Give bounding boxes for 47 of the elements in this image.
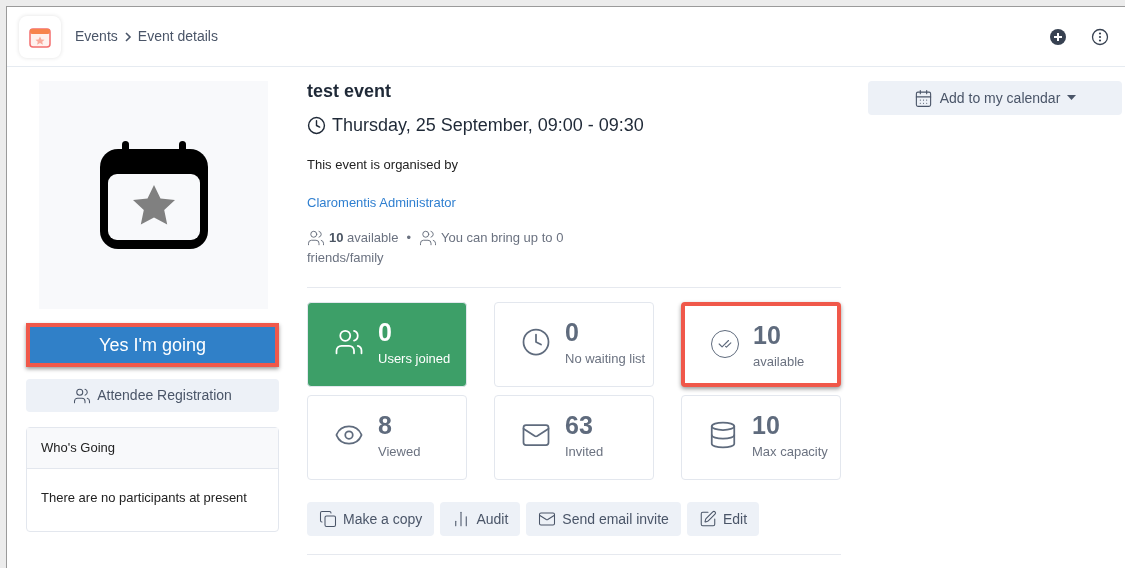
stat-label: Users joined — [378, 350, 451, 368]
stat-value: 10 — [752, 410, 781, 440]
stat-label: Max capacity — [752, 443, 828, 461]
calendar-icon — [913, 88, 933, 108]
caret-down-icon — [1067, 95, 1077, 101]
available-info: 10 available — [329, 229, 399, 247]
breadcrumb-link[interactable]: Events — [75, 26, 118, 47]
event-title: test event — [307, 80, 393, 103]
stat-value: 10 — [753, 320, 782, 350]
stat-label: No waiting list — [565, 350, 646, 368]
more-options-icon[interactable] — [1091, 27, 1109, 46]
action-button[interactable]: Make a copy — [307, 502, 435, 536]
stat-label: Invited — [565, 443, 604, 461]
clock-icon — [521, 327, 551, 357]
chevron-right-icon — [122, 31, 133, 42]
envelope-icon — [538, 510, 557, 528]
users-icon — [419, 229, 437, 247]
organiser-link[interactable]: Claromentis Administrator — [307, 192, 841, 212]
stat-label: Viewed — [378, 443, 421, 461]
action-button[interactable]: Send email invite — [526, 502, 681, 536]
guest-allowance-text: You can bring up to 0 — [441, 229, 564, 247]
action-button[interactable]: Edit — [686, 502, 760, 536]
breadcrumb-current: Event details — [137, 27, 218, 46]
add-icon[interactable] — [1049, 27, 1067, 46]
organiser-label: This event is organised by — [307, 156, 460, 174]
action-button[interactable]: Audit — [440, 502, 521, 536]
stat-value: 0 — [565, 317, 580, 347]
guest-allowance-text: friends/family — [307, 249, 384, 267]
event-datetime: Thursday, 25 September, 09:00 - 09:30 — [332, 114, 644, 137]
yes-im-going-button[interactable]: Yes I'm going — [26, 323, 279, 367]
database-icon — [708, 420, 738, 450]
separator-dot: • — [406, 229, 411, 247]
stat-label: available — [753, 353, 805, 371]
users-icon — [334, 327, 364, 357]
stat-value: 8 — [378, 410, 393, 440]
stat-value: 0 — [378, 317, 393, 347]
clock-icon — [307, 116, 326, 135]
users-icon — [307, 229, 325, 247]
empty-message: There are no participants at present — [41, 490, 247, 505]
attendee-registration-button[interactable]: Attendee Registration — [26, 379, 279, 412]
stat-value: 63 — [565, 410, 594, 440]
add-to-calendar-button[interactable]: Add to my calendar — [868, 81, 1122, 115]
calendar-star-icon — [99, 141, 208, 249]
users-icon — [73, 386, 92, 405]
copy-icon — [319, 510, 337, 528]
panel-title: Who's Going — [41, 439, 115, 458]
edit-icon — [698, 510, 717, 528]
